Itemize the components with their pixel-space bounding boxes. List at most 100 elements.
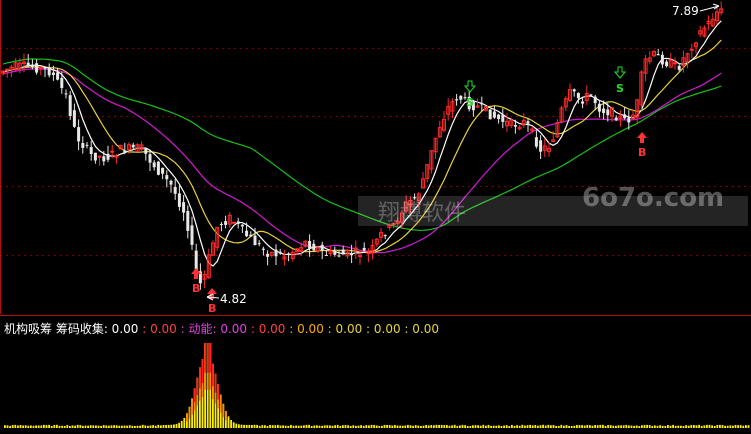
histogram-bar-yellow [258, 425, 261, 428]
histogram-bar-yellow [173, 424, 175, 428]
histogram-bar-yellow [82, 425, 84, 428]
histogram-bar-yellow [677, 425, 680, 428]
candle-body-down [665, 61, 669, 67]
histogram-bar-yellow [136, 425, 139, 428]
histogram-bar-yellow [24, 425, 27, 428]
histogram-bar-red [209, 343, 212, 373]
candle-body-down [30, 65, 34, 67]
candle-body-down [240, 224, 244, 227]
histogram-bar-yellow [347, 425, 349, 428]
histogram-bar-yellow [310, 425, 313, 428]
histogram-bar-red [193, 388, 196, 403]
buy-signal-label: B [638, 146, 646, 159]
histogram-bar-yellow [469, 425, 472, 428]
candle-body-down [455, 99, 459, 101]
indicator-title: 机构吸筹 [4, 321, 56, 336]
candle-body-down [85, 144, 89, 146]
candle-body-down [169, 180, 173, 185]
histogram-bar-yellow [399, 425, 401, 428]
histogram-bar-yellow [157, 424, 160, 428]
candle-body-up [5, 68, 10, 71]
histogram-bar-yellow [264, 425, 266, 428]
histogram-bar-yellow [526, 425, 529, 428]
candle-body-down [89, 147, 93, 155]
histogram-bar-yellow [76, 424, 79, 428]
histogram-bar-yellow [274, 425, 277, 428]
histogram-bar-yellow [435, 424, 438, 428]
histogram-bar-red [204, 343, 206, 373]
histogram-bar-yellow [87, 425, 89, 428]
histogram-bar-yellow [287, 425, 290, 428]
histogram-bar-yellow [661, 425, 664, 428]
histogram-bar-yellow [638, 425, 641, 428]
histogram-bar-yellow [648, 425, 651, 428]
histogram-bar-yellow [92, 425, 95, 428]
candle-body-down [68, 95, 72, 116]
histogram-bar-yellow [17, 425, 19, 428]
histogram-bar-yellow [427, 425, 430, 428]
histogram-bar-yellow [724, 425, 726, 428]
histogram-bar-yellow [370, 424, 373, 428]
candle-body-down [623, 114, 627, 119]
histogram-bar-yellow [633, 425, 635, 428]
histogram-bar-yellow [516, 425, 518, 428]
histogram-bar-yellow [386, 424, 388, 428]
histogram-bar-yellow [430, 425, 433, 428]
histogram-bar-yellow [105, 425, 108, 428]
histogram-bar-yellow [552, 424, 555, 428]
indicator-item: : 0.00 [324, 322, 362, 336]
indicator-item: : 动能: 0.00 [177, 322, 247, 336]
histogram-bar-yellow [162, 424, 165, 428]
histogram-bar-yellow [295, 425, 297, 428]
histogram-bar-yellow [503, 425, 505, 428]
candle-body-down [102, 156, 106, 162]
histogram-bar-yellow [615, 425, 617, 428]
candle-body-down [177, 193, 181, 207]
candle-body-up [110, 150, 115, 153]
histogram-bar-yellow [422, 425, 425, 428]
histogram-bar-yellow [271, 425, 274, 428]
histogram-bar-yellow [550, 425, 552, 428]
histogram-bar-yellow [102, 425, 105, 428]
histogram-bar-yellow [284, 425, 287, 428]
histogram-bar-yellow [726, 425, 729, 428]
histogram-bar-yellow [563, 425, 565, 428]
histogram-bar-yellow [9, 425, 11, 428]
histogram-bar-yellow [570, 425, 573, 428]
histogram-bar-yellow [329, 425, 331, 428]
candle-body-down [72, 110, 76, 127]
candle-body-down [245, 230, 249, 237]
candle-body-down [627, 117, 631, 123]
candle-body-down [677, 65, 681, 70]
histogram-bar-yellow [74, 425, 76, 428]
candle-body-down [26, 62, 30, 66]
histogram-bar-yellow [63, 425, 66, 428]
indicator-item: : 0.00 [247, 322, 285, 336]
histogram-bar-yellow [459, 425, 461, 428]
candle-body-down [324, 254, 328, 256]
histogram-bar-yellow [594, 425, 596, 428]
histogram-bar-yellow [71, 425, 74, 428]
candle-body-down [497, 114, 501, 120]
histogram-bar-yellow [586, 424, 589, 428]
histogram-bar-yellow [14, 424, 17, 428]
candle-body-up [232, 221, 236, 224]
histogram-bar-yellow [680, 425, 682, 428]
histogram-bar-yellow [40, 425, 43, 428]
candle-body-down [266, 253, 270, 257]
histogram-bar-yellow [578, 425, 581, 428]
histogram-bar-yellow [737, 425, 739, 428]
histogram-bar-yellow [456, 425, 459, 428]
histogram-bar-yellow [443, 425, 446, 428]
histogram-bar-yellow [557, 425, 560, 428]
histogram-bar-yellow [11, 425, 14, 428]
histogram-bar-yellow [48, 424, 50, 428]
candle-body-down [186, 211, 190, 231]
histogram-bar-yellow [180, 420, 183, 428]
low-price-label: 4.82 [220, 292, 247, 306]
histogram-bar-yellow [251, 424, 253, 428]
histogram-bar-yellow [628, 425, 630, 428]
candle-body-down [106, 153, 110, 160]
histogram-bar-yellow [50, 425, 53, 428]
histogram-bar-yellow [368, 425, 370, 428]
